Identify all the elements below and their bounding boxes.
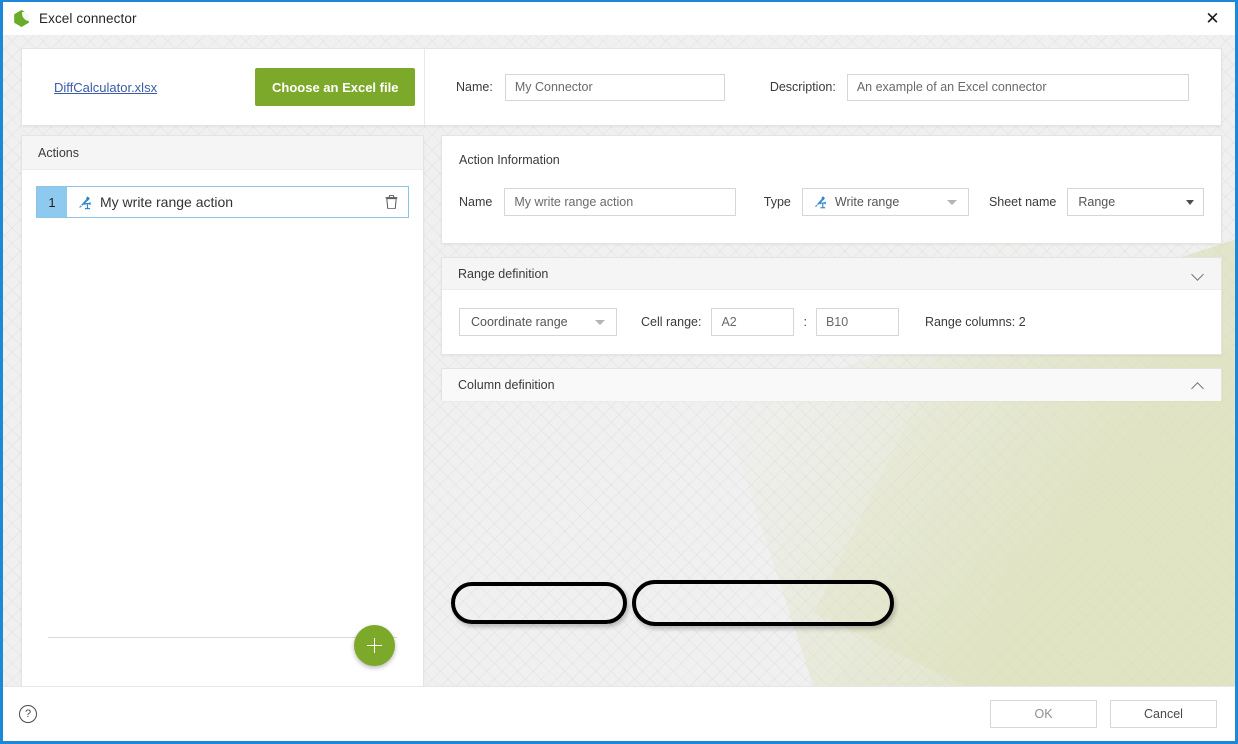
- range-definition-title: Range definition: [458, 267, 1192, 281]
- action-name-field-label: Name: [459, 195, 492, 209]
- actions-panel-header: Actions: [22, 136, 423, 170]
- write-range-icon: [67, 187, 100, 217]
- connector-name-label: Name:: [456, 80, 493, 94]
- range-columns-text: Range columns: 2: [925, 315, 1026, 329]
- excel-connector-dialog: Excel connector ✕ DiffCalculator.xlsx Ch…: [0, 0, 1238, 744]
- window-title: Excel connector: [39, 11, 137, 26]
- chevron-down-icon: [947, 200, 957, 205]
- cancel-button[interactable]: Cancel: [1110, 700, 1217, 728]
- cell-range-end-input[interactable]: [816, 308, 899, 336]
- annotation-highlight-range-mode: [451, 582, 627, 624]
- file-selection-zone: DiffCalculator.xlsx Choose an Excel file: [22, 49, 425, 125]
- ok-button[interactable]: OK: [990, 700, 1097, 728]
- range-definition-header[interactable]: Range definition: [442, 258, 1221, 290]
- connector-header-card: DiffCalculator.xlsx Choose an Excel file…: [21, 48, 1222, 126]
- connector-description-label: Description:: [770, 80, 836, 94]
- column-definition-header[interactable]: Column definition: [442, 369, 1221, 401]
- chevron-up-icon[interactable]: [1192, 379, 1205, 392]
- column-definition-title: Column definition: [458, 378, 1192, 392]
- excel-file-link[interactable]: DiffCalculator.xlsx: [54, 80, 157, 95]
- action-name-input[interactable]: [504, 188, 735, 216]
- choose-excel-file-button[interactable]: Choose an Excel file: [255, 68, 415, 106]
- add-action-button[interactable]: [354, 625, 395, 666]
- sheet-name-value: Range: [1078, 195, 1115, 209]
- range-mode-select[interactable]: Coordinate range: [459, 308, 617, 336]
- action-information-row: Name Type: [459, 188, 1204, 216]
- action-index-badge: 1: [37, 187, 67, 217]
- cell-range-label: Cell range:: [641, 315, 701, 329]
- column-definition-card: Column definition: [441, 368, 1222, 400]
- action-detail-column: Action Information Name Type: [441, 135, 1222, 413]
- chevron-down-icon: [595, 320, 605, 325]
- chevron-down-icon[interactable]: [1192, 267, 1205, 280]
- action-type-value: Write range: [835, 195, 899, 209]
- trash-icon[interactable]: [374, 187, 408, 217]
- help-icon[interactable]: ?: [19, 705, 37, 723]
- write-range-icon: [812, 194, 828, 210]
- list-item[interactable]: 1 My write range actio: [36, 186, 409, 218]
- action-name-label: My write range action: [100, 187, 374, 217]
- dialog-content: DiffCalculator.xlsx Choose an Excel file…: [3, 35, 1235, 686]
- actions-list: 1 My write range actio: [22, 170, 423, 218]
- sheet-name-select[interactable]: Range: [1067, 188, 1204, 216]
- connector-name-input[interactable]: [505, 74, 725, 101]
- action-type-select[interactable]: Write range: [802, 188, 969, 216]
- connector-description-input[interactable]: [847, 74, 1189, 101]
- chevron-down-icon: [1186, 200, 1194, 205]
- range-definition-body: Coordinate range Cell range: : Range col…: [442, 290, 1221, 354]
- dialog-footer: ? OK Cancel: [3, 686, 1235, 741]
- connector-metadata-zone: Name: Description:: [425, 74, 1221, 101]
- title-bar: Excel connector ✕: [3, 2, 1235, 35]
- close-icon[interactable]: ✕: [1190, 2, 1235, 35]
- panel-divider: [48, 637, 397, 638]
- action-information-title: Action Information: [442, 136, 1221, 167]
- range-definition-card: Range definition Coordinate range Cell r…: [441, 257, 1222, 355]
- annotation-highlight-cell-range: [632, 580, 894, 626]
- action-information-card: Action Information Name Type: [441, 135, 1222, 244]
- actions-panel: Actions 1: [21, 135, 424, 686]
- range-mode-value: Coordinate range: [471, 315, 568, 329]
- action-type-label: Type: [764, 195, 791, 209]
- cell-range-start-input[interactable]: [711, 308, 794, 336]
- excel-connector-icon: [13, 10, 30, 27]
- sheet-name-label: Sheet name: [989, 195, 1056, 209]
- cell-range-separator: :: [803, 315, 806, 329]
